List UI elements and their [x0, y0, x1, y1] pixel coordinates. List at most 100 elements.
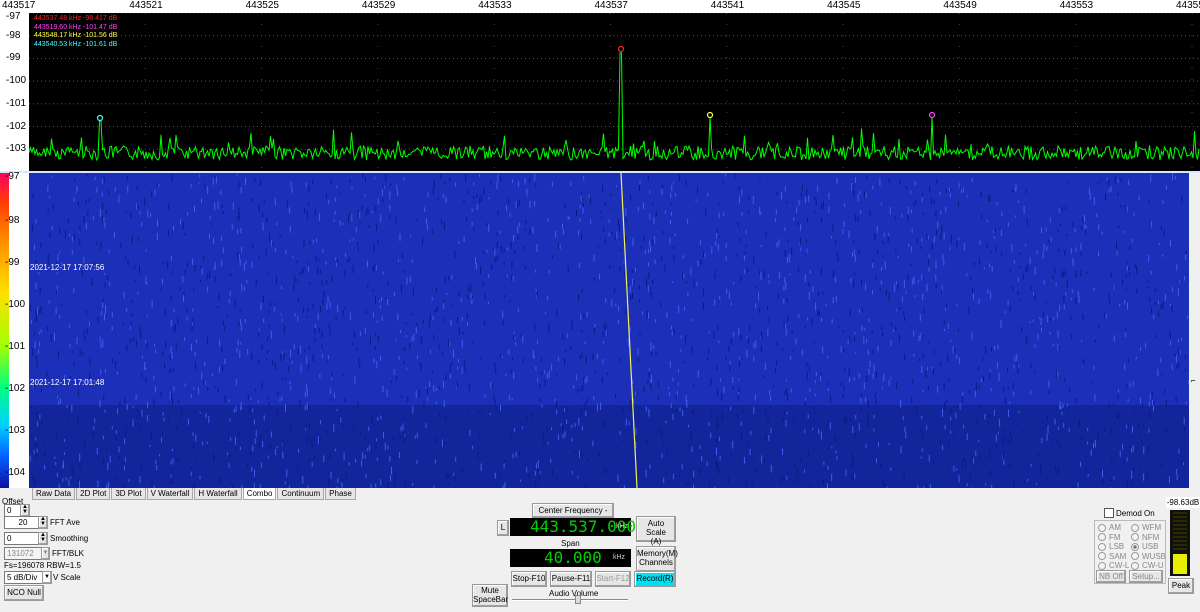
db-tick-label: -101: [6, 97, 27, 109]
start-button[interactable]: Start-F12: [595, 571, 631, 587]
demod-checkbox[interactable]: [1104, 508, 1114, 518]
spectrum-svg: [29, 13, 1200, 171]
vscale-label: V Scale: [53, 573, 81, 582]
span-display[interactable]: 40.000 kHz: [510, 549, 631, 567]
meter-segment: [1173, 544, 1187, 546]
mute-button[interactable]: Mute SpaceBar: [472, 584, 508, 607]
smoothing-spinner[interactable]: ▲ ▼: [38, 532, 48, 545]
demod-mode-am[interactable]: AM: [1098, 523, 1121, 532]
meter-segment: [1173, 516, 1187, 518]
demod-mode-sam[interactable]: SAM: [1098, 552, 1126, 561]
waterfall-plot[interactable]: 2021-12-17 17:07:56 2021-12-17 17:01:48: [29, 173, 1189, 488]
frequency-tick-label: 443537: [594, 0, 628, 11]
waterfall-dark-band: [29, 405, 1189, 488]
db-tick-label: -99: [5, 257, 20, 268]
spectrum-trace: [29, 52, 1200, 162]
setup-button[interactable]: Setup...: [1129, 570, 1163, 583]
demod-label: Demod On: [1116, 509, 1155, 518]
demod-mode-label: NFM: [1142, 532, 1160, 542]
vscale-select[interactable]: 5 dB/Div: [4, 571, 46, 584]
demod-mode-wusb[interactable]: WUSB: [1131, 552, 1166, 561]
audio-volume-slider[interactable]: [512, 595, 628, 604]
chevron-down-icon[interactable]: ▼: [42, 571, 52, 584]
db-tick-label: -102: [5, 383, 26, 394]
peak-marker[interactable]: [617, 45, 625, 53]
demod-mode-wfm[interactable]: WFM: [1131, 523, 1161, 532]
db-tick-label: -103: [6, 143, 27, 155]
demod-mode-label: CW-U: [1142, 561, 1164, 570]
tab-h-waterfall[interactable]: H Waterfall: [194, 488, 242, 500]
center-frequency-display[interactable]: 443.537.000 kHz: [510, 518, 636, 536]
demod-mode-cw-l[interactable]: CW-L: [1098, 561, 1129, 570]
db-tick-label: -98: [5, 215, 20, 226]
frequency-tick-label: 443545: [827, 0, 861, 11]
channels-label: Channels: [639, 558, 673, 567]
marker-readout: 443540.53 kHz -101.61 dB: [34, 40, 118, 48]
signal-meter: [1170, 510, 1190, 576]
fft-ave-spinner[interactable]: ▲ ▼: [38, 516, 48, 529]
db-tick-label: -98: [6, 29, 21, 41]
demod-mode-cw-u[interactable]: CW-U: [1131, 561, 1164, 570]
meter-segment: [1173, 512, 1187, 514]
meter-segment: [1173, 536, 1187, 538]
tab-raw-data[interactable]: Raw Data: [32, 488, 76, 500]
tab-phase[interactable]: Phase: [325, 488, 356, 500]
fft-blk-label: FFT/BLK: [52, 549, 85, 558]
nb-off-button[interactable]: NB Off: [1096, 570, 1126, 583]
tab-3d-plot[interactable]: 3D Plot: [111, 488, 146, 500]
demod-mode-fm[interactable]: FM: [1098, 533, 1121, 542]
meter-segment: [1173, 528, 1187, 530]
memory-channels-button[interactable]: Memory(M) Channels: [636, 546, 678, 572]
meter-segment: [1173, 524, 1187, 526]
waterfall-timestamp: 2021-12-17 17:01:48: [30, 378, 105, 387]
peak-marker[interactable]: [706, 111, 714, 119]
fft-blk-select[interactable]: 131072: [4, 547, 44, 560]
demod-mode-label: FM: [1109, 532, 1121, 542]
tab-combo[interactable]: Combo: [242, 488, 277, 500]
pause-button[interactable]: Pause-F11: [550, 571, 592, 587]
l-button[interactable]: L: [497, 520, 509, 536]
waterfall-scrollbar[interactable]: ⌐: [1189, 173, 1200, 488]
frequency-axis: 443517 443521 443525 443529 443533 443537 4435…: [0, 0, 1200, 13]
peak-marker[interactable]: [96, 114, 104, 122]
db-tick-label: -99: [6, 52, 21, 64]
demod-mode-nfm[interactable]: NFM: [1131, 533, 1159, 542]
demod-mode-lsb[interactable]: LSB: [1098, 542, 1124, 551]
fft-ave-label: FFT Ave: [50, 518, 80, 527]
meter-segment: [1173, 548, 1187, 550]
span-unit: kHz: [612, 554, 625, 561]
volume-slider-thumb[interactable]: [575, 595, 581, 604]
db-tick-label: -97: [6, 11, 21, 22]
auto-scale-button[interactable]: Auto Scale (A): [636, 516, 676, 546]
frequency-tick-label: 443521: [129, 0, 163, 11]
meter-value: -98.63dB: [1166, 497, 1200, 508]
span-value: 40.000: [544, 548, 602, 567]
fs-rbw-text: Fs=196078 RBW=1.5: [4, 561, 81, 570]
meter-segment: [1173, 520, 1187, 522]
smoothing-label: Smoothing: [50, 534, 89, 543]
record-button[interactable]: Record(R): [634, 571, 676, 587]
smoothing-field[interactable]: 0: [4, 532, 40, 545]
tab-continuum[interactable]: Continuum: [277, 488, 325, 500]
mute-label: Mute: [481, 586, 499, 595]
demod-mode-usb[interactable]: USB: [1131, 542, 1158, 551]
radio-icon: [1131, 561, 1139, 570]
frequency-tick-label: 443557: [1176, 0, 1200, 11]
peak-marker[interactable]: [928, 111, 936, 119]
nco-null-button[interactable]: NCO Null: [4, 585, 44, 601]
tab-v-waterfall[interactable]: V Waterfall: [146, 488, 194, 500]
spectrum-plot[interactable]: 443537.48 kHz -98.417 dB 443519.60 kHz -1…: [29, 13, 1200, 171]
db-tick-label: -103: [5, 425, 26, 436]
scroll-arrow-icon[interactable]: ⌐: [1191, 376, 1196, 385]
tab-2d-plot[interactable]: 2D Plot: [76, 488, 111, 500]
fft-ave-field[interactable]: 20: [4, 516, 40, 529]
center-frequency-button[interactable]: Center Frequency - Ins: [532, 503, 614, 528]
marker-readout: 443519.60 kHz -101.47 dB: [34, 23, 118, 31]
spectrum-db-axis: -97 -98 -99 -100 -101 -102 -103: [0, 11, 29, 171]
stop-button[interactable]: Stop-F10: [511, 571, 547, 587]
frequency-tick-label: 443529: [361, 0, 396, 11]
chevron-down-icon[interactable]: ▼: [41, 547, 50, 560]
radio-icon: [1098, 561, 1106, 570]
peak-button[interactable]: Peak: [1168, 578, 1194, 594]
radio-icon: [1131, 533, 1139, 542]
